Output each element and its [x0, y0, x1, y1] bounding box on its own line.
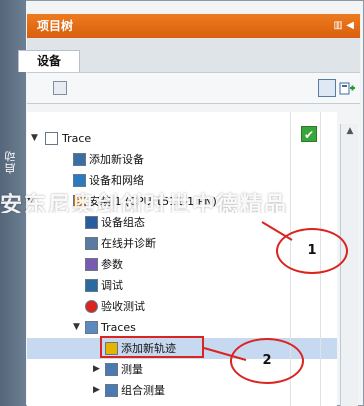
highlight-add-new-trace — [100, 336, 204, 358]
callout-1: 1 — [276, 228, 348, 274]
callout-2: 2 — [230, 338, 304, 384]
